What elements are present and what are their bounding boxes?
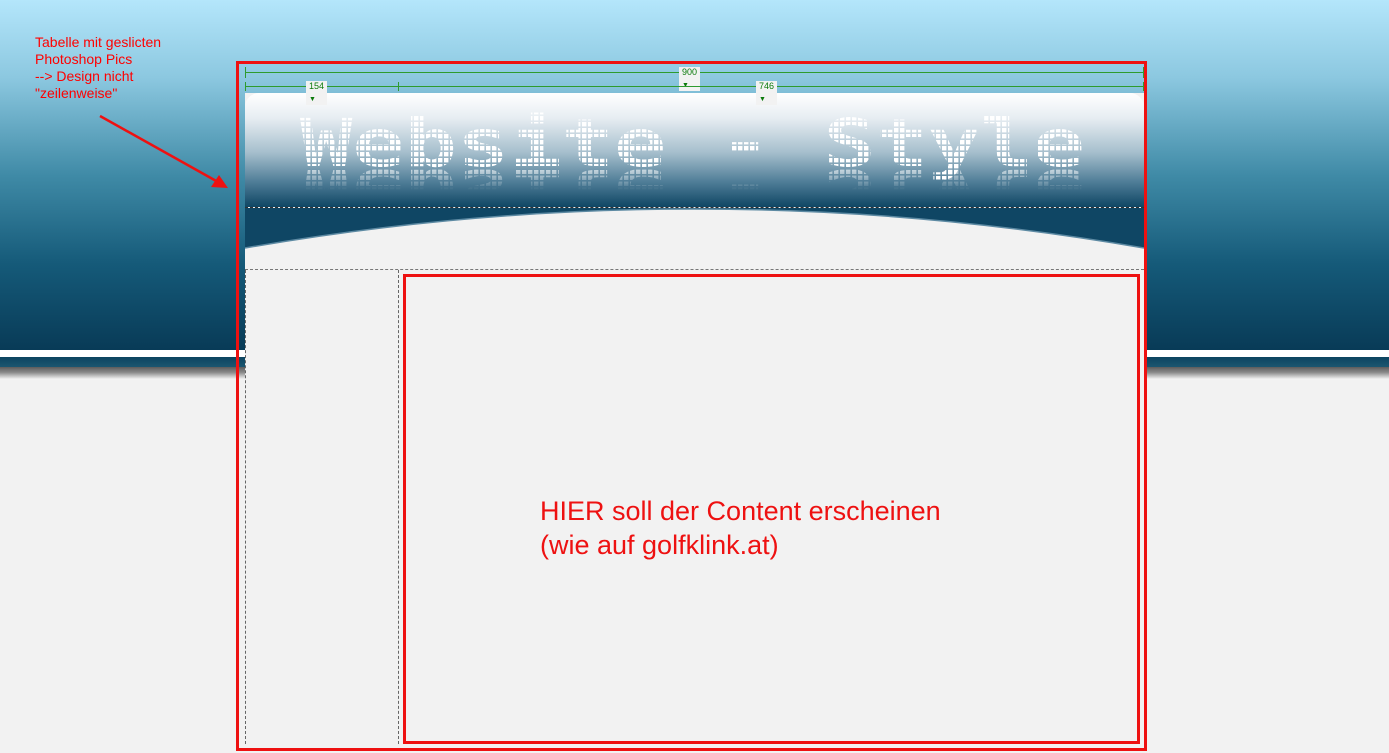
content-line-1: HIER soll der Content erscheinen bbox=[540, 496, 941, 526]
content-line-2: (wie auf golfklink.at) bbox=[540, 530, 779, 560]
content-placeholder-text: HIER soll der Content erscheinen (wie au… bbox=[540, 494, 941, 562]
annotation-arrow-icon bbox=[99, 114, 228, 188]
